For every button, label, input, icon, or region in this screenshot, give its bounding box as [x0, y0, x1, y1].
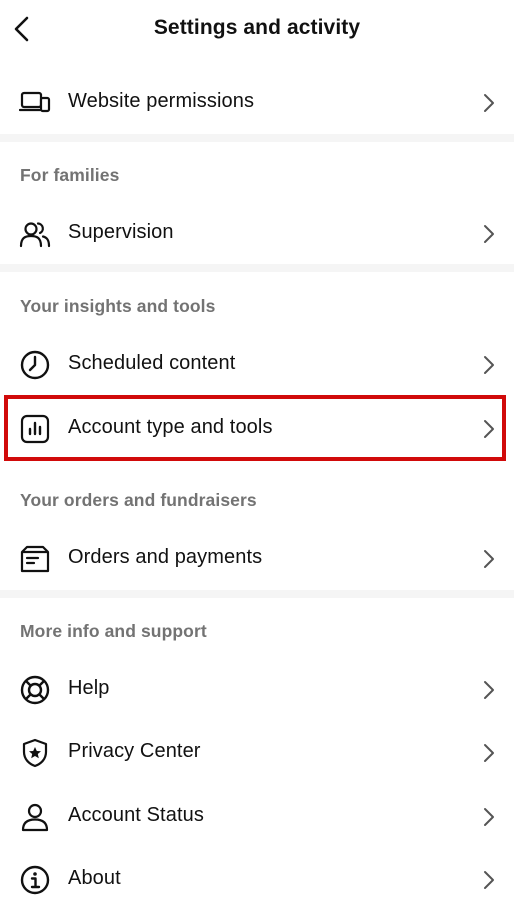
chevron-right-icon [482, 548, 496, 570]
row-label: About [68, 867, 121, 889]
section-divider [0, 264, 514, 272]
row-privacy-center[interactable]: Privacy Center [0, 722, 514, 782]
info-icon [18, 863, 52, 897]
row-supervision[interactable]: Supervision [0, 203, 514, 263]
row-label: Supervision [68, 221, 174, 243]
row-account-status[interactable]: Account Status [0, 786, 514, 846]
people-icon [18, 217, 52, 251]
section-label-families: For families [20, 165, 120, 185]
receipt-icon [18, 542, 52, 576]
row-label: Account type and tools [68, 416, 273, 438]
chevron-right-icon [482, 354, 496, 376]
header-bar: Settings and activity [0, 0, 514, 60]
row-label: Account Status [68, 804, 204, 826]
row-label: Website permissions [68, 90, 255, 112]
row-label: Privacy Center [68, 740, 201, 762]
row-account-type-and-tools[interactable]: Account type and tools [0, 398, 514, 458]
shield-star-icon [18, 736, 52, 770]
row-scheduled-content[interactable]: Scheduled content [0, 334, 514, 394]
chevron-right-icon [482, 679, 496, 701]
section-divider [0, 590, 514, 598]
person-icon [18, 800, 52, 834]
section-label-support: More info and support [20, 621, 207, 641]
bar-chart-icon [18, 412, 52, 446]
chevron-right-icon [482, 418, 496, 440]
section-divider [0, 134, 514, 142]
chevron-right-icon [482, 223, 496, 245]
lifebuoy-icon [18, 673, 52, 707]
section-label-orders: Your orders and fundraisers [20, 490, 257, 510]
chevron-right-icon [482, 92, 496, 114]
row-orders-and-payments[interactable]: Orders and payments [0, 528, 514, 588]
row-help[interactable]: Help [0, 659, 514, 719]
row-label: Help [68, 677, 110, 699]
section-label-insights: Your insights and tools [20, 296, 216, 316]
chevron-right-icon [482, 742, 496, 764]
page-title: Settings and activity [153, 16, 361, 39]
devices-icon [18, 86, 52, 120]
row-website-permissions[interactable]: Website permissions [0, 72, 514, 132]
chevron-right-icon [482, 869, 496, 891]
row-about[interactable]: About [0, 849, 514, 909]
row-label: Scheduled content [68, 352, 236, 374]
clock-icon [18, 348, 52, 382]
row-label: Orders and payments [68, 546, 263, 568]
chevron-right-icon [482, 806, 496, 828]
